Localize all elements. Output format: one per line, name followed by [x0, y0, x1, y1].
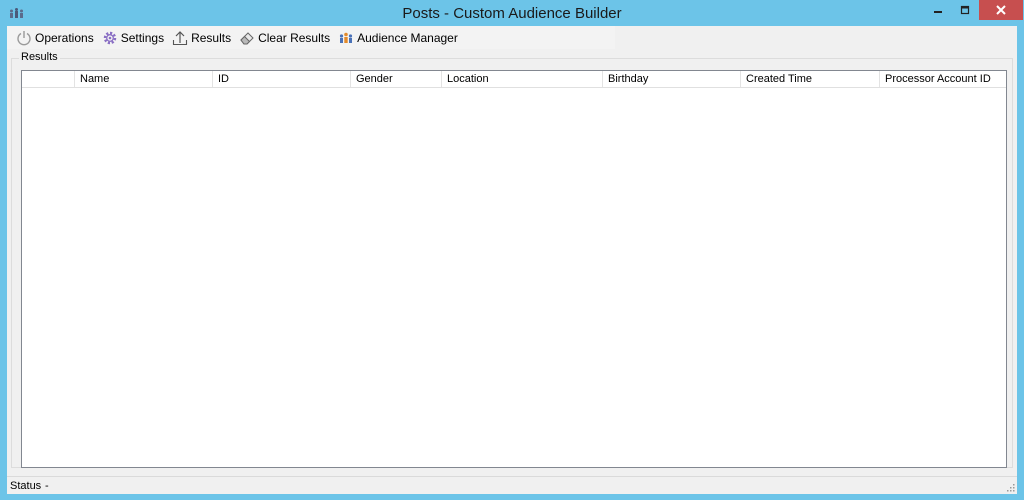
status-label: Status [10, 480, 42, 492]
column-header-gender[interactable]: Gender [351, 71, 442, 87]
eraser-icon [240, 31, 254, 44]
operations-label: Operations [35, 30, 94, 45]
results-list-header: Name ID Gender Location Birthday Created… [22, 71, 1006, 88]
clear-results-button[interactable]: Clear Results [236, 28, 335, 48]
column-header-location[interactable]: Location [442, 71, 603, 87]
minimize-icon [934, 11, 942, 13]
maximize-icon [960, 5, 970, 15]
status-bar: Status - [7, 476, 1017, 494]
toolbar: Operations Settings Results Clear Result… [7, 26, 615, 49]
column-header-id[interactable]: ID [213, 71, 351, 87]
minimize-button[interactable] [925, 0, 951, 20]
resize-grip-icon[interactable] [1005, 482, 1015, 492]
settings-label: Settings [120, 30, 165, 45]
maximize-button[interactable] [952, 0, 978, 20]
results-group-label: Results [19, 51, 60, 63]
upload-arrow-icon [173, 30, 188, 45]
close-button[interactable] [979, 0, 1023, 20]
client-area: Operations Settings Results Clear Result… [7, 26, 1017, 494]
results-label: Results [191, 30, 232, 45]
settings-button[interactable]: Settings [99, 28, 169, 48]
people-icon [340, 32, 353, 43]
column-header-processor-account-id[interactable]: Processor Account ID [880, 71, 1006, 87]
close-icon [996, 5, 1006, 15]
title-bar[interactable]: Posts - Custom Audience Builder [0, 0, 1024, 26]
status-value: - [45, 480, 49, 492]
window-title: Posts - Custom Audience Builder [402, 5, 622, 22]
column-header-birthday[interactable]: Birthday [603, 71, 741, 87]
audience-manager-button[interactable]: Audience Manager [335, 28, 463, 48]
clear-results-label: Clear Results [258, 30, 331, 45]
gear-icon [103, 31, 116, 44]
column-header-name[interactable]: Name [75, 71, 213, 87]
results-button[interactable]: Results [169, 28, 236, 48]
application-window: Posts - Custom Audience Builder Operatio… [0, 0, 1024, 500]
column-header-created-time[interactable]: Created Time [741, 71, 880, 87]
operations-button[interactable]: Operations [13, 28, 99, 48]
column-header-select[interactable] [22, 71, 75, 87]
results-list[interactable]: Name ID Gender Location Birthday Created… [21, 70, 1007, 468]
audience-manager-label: Audience Manager [357, 30, 458, 45]
power-icon [17, 30, 31, 45]
